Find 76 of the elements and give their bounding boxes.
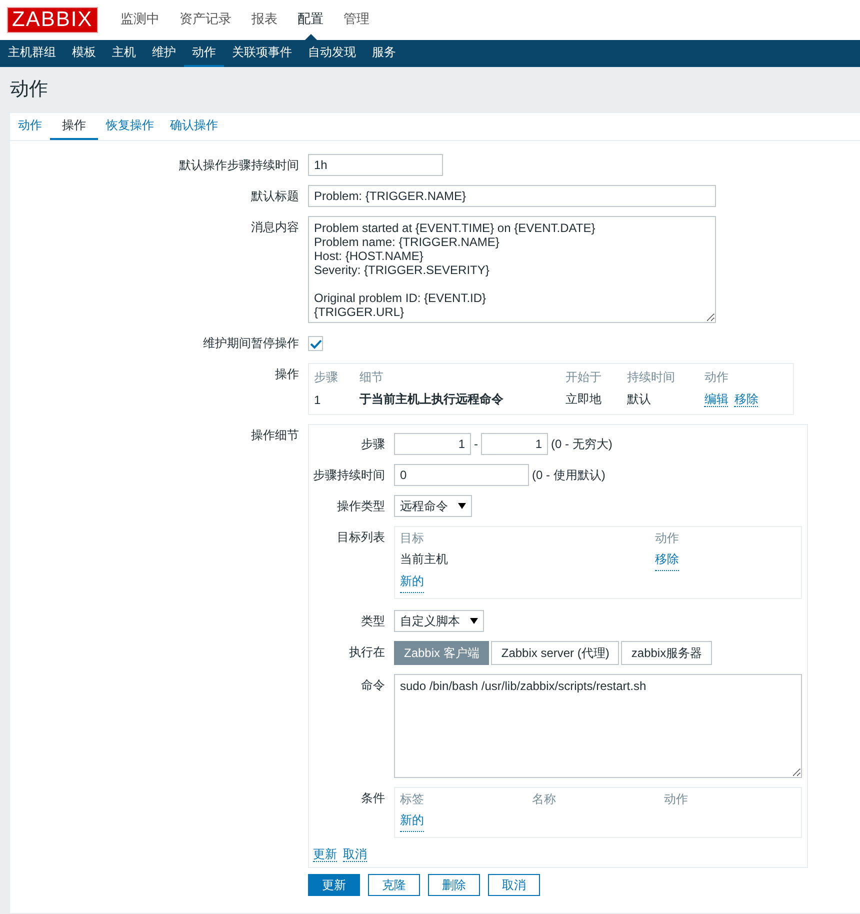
field-label: 步骤持续时间 [312, 467, 385, 484]
sub-menu-item[interactable]: 维护 [144, 40, 184, 67]
column-header: 持续时间 [622, 364, 700, 388]
column-header: 动作 [655, 530, 679, 547]
form-button[interactable]: 取消 [488, 874, 540, 896]
tab[interactable]: 恢复操作 [98, 113, 162, 140]
step-duration-field[interactable]: 0 [394, 464, 529, 486]
field-label: 消息内容 [250, 219, 299, 236]
column-header: 动作 [664, 791, 689, 808]
sub-menu-item[interactable]: 主机 [104, 40, 144, 67]
top-menu-item[interactable]: 管理 [334, 0, 380, 40]
field-label: 默认操作步骤持续时间 [178, 157, 299, 174]
zabbix-logo[interactable]: ZABBIX [8, 8, 97, 32]
field-label: 操作 [274, 366, 299, 383]
column-header: 名称 [532, 791, 557, 808]
field-label: 维护期间暂停操作 [202, 335, 299, 352]
field-label: 操作细节 [250, 427, 299, 444]
execute-on-option[interactable]: zabbix服务器 [621, 641, 712, 665]
table-cell: 立即地 [560, 388, 622, 414]
column-header: 开始于 [560, 364, 622, 388]
field-label: 类型 [360, 613, 385, 630]
range-separator: - [474, 437, 478, 451]
sub-menu-item[interactable]: 自动发现 [300, 40, 364, 67]
sub-menu-item[interactable]: 模板 [64, 40, 104, 67]
action-link[interactable]: 编辑 [704, 392, 728, 407]
page-title: 动作 [10, 78, 48, 102]
column-header: 步骤 [308, 364, 355, 388]
sub-menu-item[interactable]: 动作 [184, 40, 224, 67]
field-label: 步骤 [360, 436, 385, 453]
execute-on-option[interactable]: Zabbix server (代理) [491, 641, 620, 665]
field-label: 执行在 [348, 644, 385, 661]
tab[interactable]: 操作 [50, 113, 98, 140]
type-dropdown[interactable]: 自定义脚本 [394, 610, 484, 632]
top-menu-item[interactable]: 资产记录 [170, 0, 242, 40]
detail-link[interactable]: 取消 [343, 847, 367, 862]
tab[interactable]: 确认操作 [162, 113, 226, 140]
caret-icon [458, 503, 466, 509]
table-cell: 1 [308, 388, 355, 414]
form-button[interactable]: 删除 [428, 874, 480, 896]
checkbox[interactable] [308, 336, 323, 351]
column-header: 细节 [354, 364, 560, 388]
new-link[interactable]: 新的 [400, 810, 424, 832]
top-menu-item[interactable]: 监测中 [110, 0, 170, 40]
sub-menu-item[interactable]: 关联项事件 [224, 40, 300, 67]
step-duration-field[interactable]: 1h [308, 154, 443, 176]
command-field[interactable]: sudo /bin/bash /usr/lib/zabbix/scripts/restart.sh [394, 674, 802, 778]
sub-menu-item[interactable]: 服务 [364, 40, 404, 67]
table-cell-text: 当前主机 [400, 551, 449, 568]
top-menu-item[interactable]: 报表 [242, 0, 288, 40]
field-label: 命令 [360, 677, 385, 694]
action-link[interactable]: 移除 [734, 392, 758, 407]
operation-type-dropdown[interactable]: 远程命令 [394, 495, 472, 517]
field-label: 目标列表 [336, 529, 385, 546]
subject-field[interactable]: Problem: {TRIGGER.NAME} [308, 185, 716, 207]
column-header: 目标 [400, 530, 425, 547]
sub-menu-item[interactable]: 主机群组 [0, 40, 64, 67]
form-button[interactable]: 更新 [308, 874, 360, 896]
caret-icon [470, 618, 478, 624]
tab[interactable]: 动作 [10, 113, 50, 140]
hint-text: (0 - 使用默认) [532, 466, 606, 484]
new-link[interactable]: 新的 [400, 571, 424, 593]
message-field[interactable]: Problem started at {EVENT.TIME} on {EVENT.DATE} Problem name: {TRIGGER.NAME} Host: {HOST.NAME} Severity: {TRIGGER.SEVERITY} Original problem ID: {EVENT.ID} {TRIGGER.URL} [308, 216, 716, 323]
column-header: 标签 [400, 791, 425, 808]
remove-link[interactable]: 移除 [655, 549, 679, 571]
top-menu-item[interactable]: 配置 [288, 0, 334, 40]
hint-text: (0 - 无穷大) [551, 436, 612, 452]
step-to-field[interactable]: 1 [481, 433, 548, 455]
field-label: 操作类型 [336, 498, 385, 515]
column-header: 动作 [699, 364, 794, 388]
field-label: 条件 [360, 790, 385, 807]
table-cell: 于当前主机上执行远程命令 [354, 388, 560, 414]
form-button[interactable]: 克隆 [368, 874, 420, 896]
detail-link[interactable]: 更新 [313, 847, 337, 862]
step-from-field[interactable]: 1 [394, 433, 471, 455]
table-cell: 默认 [622, 388, 700, 414]
field-label: 默认标题 [250, 188, 299, 205]
